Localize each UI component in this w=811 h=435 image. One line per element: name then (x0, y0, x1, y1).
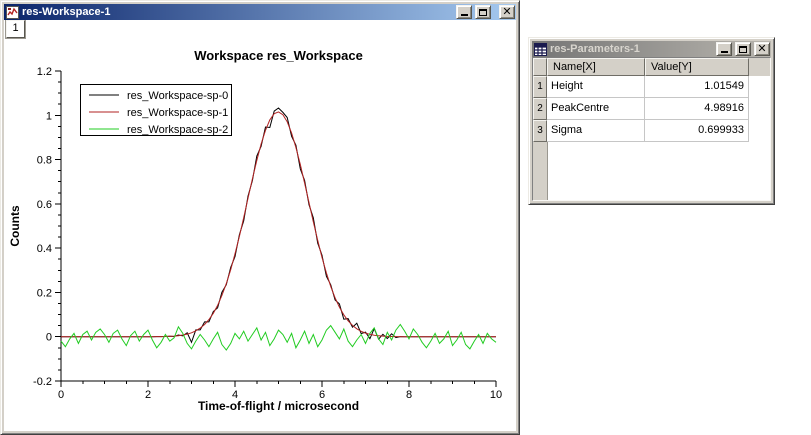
series-res_Workspace-sp-1[interactable] (61, 112, 496, 337)
x-tick-label: 10 (490, 389, 502, 401)
maximize-icon (739, 46, 747, 53)
x-tick-label: 2 (145, 389, 151, 401)
workspace-chart[interactable]: 0246810-0.200.20.40.60.811.2Workspace re… (4, 20, 510, 424)
y-tick-label: -0.2 (33, 376, 52, 388)
close-icon: ✕ (757, 44, 766, 54)
y-tick-label: 0.8 (37, 155, 52, 167)
parameters-table: Name[X] Value[Y] 1Height1.015492PeakCent… (532, 57, 771, 201)
parameters-window-title: res-Parameters-1 (550, 41, 713, 57)
table-header-filler (749, 58, 770, 76)
y-tick-label: 0.6 (37, 199, 52, 211)
name-cell[interactable]: Sigma (547, 120, 645, 142)
x-axis-label: Time-of-flight / microsecond (198, 399, 359, 413)
table-corner-cell[interactable] (533, 58, 547, 76)
y-tick-label: 0 (46, 332, 52, 344)
maximize-button[interactable] (475, 5, 491, 19)
column-header-name[interactable]: Name[X] (547, 58, 645, 76)
row-header-strip (533, 142, 548, 200)
y-tick-label: 1 (46, 110, 52, 122)
close-button[interactable]: ✕ (499, 5, 515, 19)
row-header[interactable]: 2 (533, 98, 547, 120)
graph-window-titlebar[interactable]: res-Workspace-1 ✕ (4, 4, 516, 20)
close-icon: ✕ (502, 7, 511, 17)
table-row: 2PeakCentre4.98916 (533, 98, 770, 120)
table-row: 3Sigma0.699933 (533, 120, 770, 142)
legend-entry-label: res_Workspace-sp-0 (127, 90, 228, 102)
graph-window: res-Workspace-1 ✕ 1 0246810-0.200.20.40.… (0, 0, 520, 435)
table-window-icon[interactable] (534, 43, 547, 56)
maximize-button[interactable] (735, 42, 751, 56)
y-tick-label: 0.2 (37, 287, 52, 299)
maximize-icon (479, 9, 487, 16)
name-cell[interactable]: Height (547, 76, 645, 98)
table-row: 1Height1.01549 (533, 76, 770, 98)
table-header-row: Name[X] Value[Y] (533, 58, 770, 76)
x-tick-label: 0 (58, 389, 64, 401)
row-header[interactable]: 3 (533, 120, 547, 142)
minimize-icon (721, 51, 728, 53)
parameters-window-titlebar[interactable]: res-Parameters-1 ✕ (532, 41, 771, 57)
minimize-button[interactable] (716, 42, 732, 56)
series-res_Workspace-sp-0[interactable] (61, 108, 496, 342)
graph-client-area: 1 0246810-0.200.20.40.60.811.2Workspace … (4, 20, 516, 431)
value-cell[interactable]: 4.98916 (645, 98, 749, 120)
series-res_Workspace-sp-2[interactable] (61, 325, 496, 351)
plot-window-icon[interactable] (6, 6, 19, 19)
pane-selector-tab[interactable]: 1 (6, 20, 25, 38)
legend-entry-label: res_Workspace-sp-1 (127, 107, 228, 119)
y-tick-label: 1.2 (37, 66, 52, 78)
row-header[interactable]: 1 (533, 76, 547, 98)
minimize-icon (461, 14, 468, 16)
parameters-window: res-Parameters-1 ✕ Name[X] Value[Y] 1Hei… (528, 37, 775, 205)
x-tick-label: 8 (406, 389, 412, 401)
value-cell[interactable]: 0.699933 (645, 120, 749, 142)
chart-title: Workspace res_Workspace (194, 48, 363, 63)
name-cell[interactable]: PeakCentre (547, 98, 645, 120)
value-cell[interactable]: 1.01549 (645, 76, 749, 98)
y-tick-label: 0.4 (37, 243, 52, 255)
legend-entry-label: res_Workspace-sp-2 (127, 124, 228, 136)
graph-window-title: res-Workspace-1 (22, 4, 453, 20)
table-empty-area (533, 142, 770, 200)
y-axis-label: Counts (8, 205, 22, 247)
column-header-value[interactable]: Value[Y] (645, 58, 749, 76)
close-button[interactable]: ✕ (754, 42, 770, 56)
minimize-button[interactable] (456, 5, 472, 19)
